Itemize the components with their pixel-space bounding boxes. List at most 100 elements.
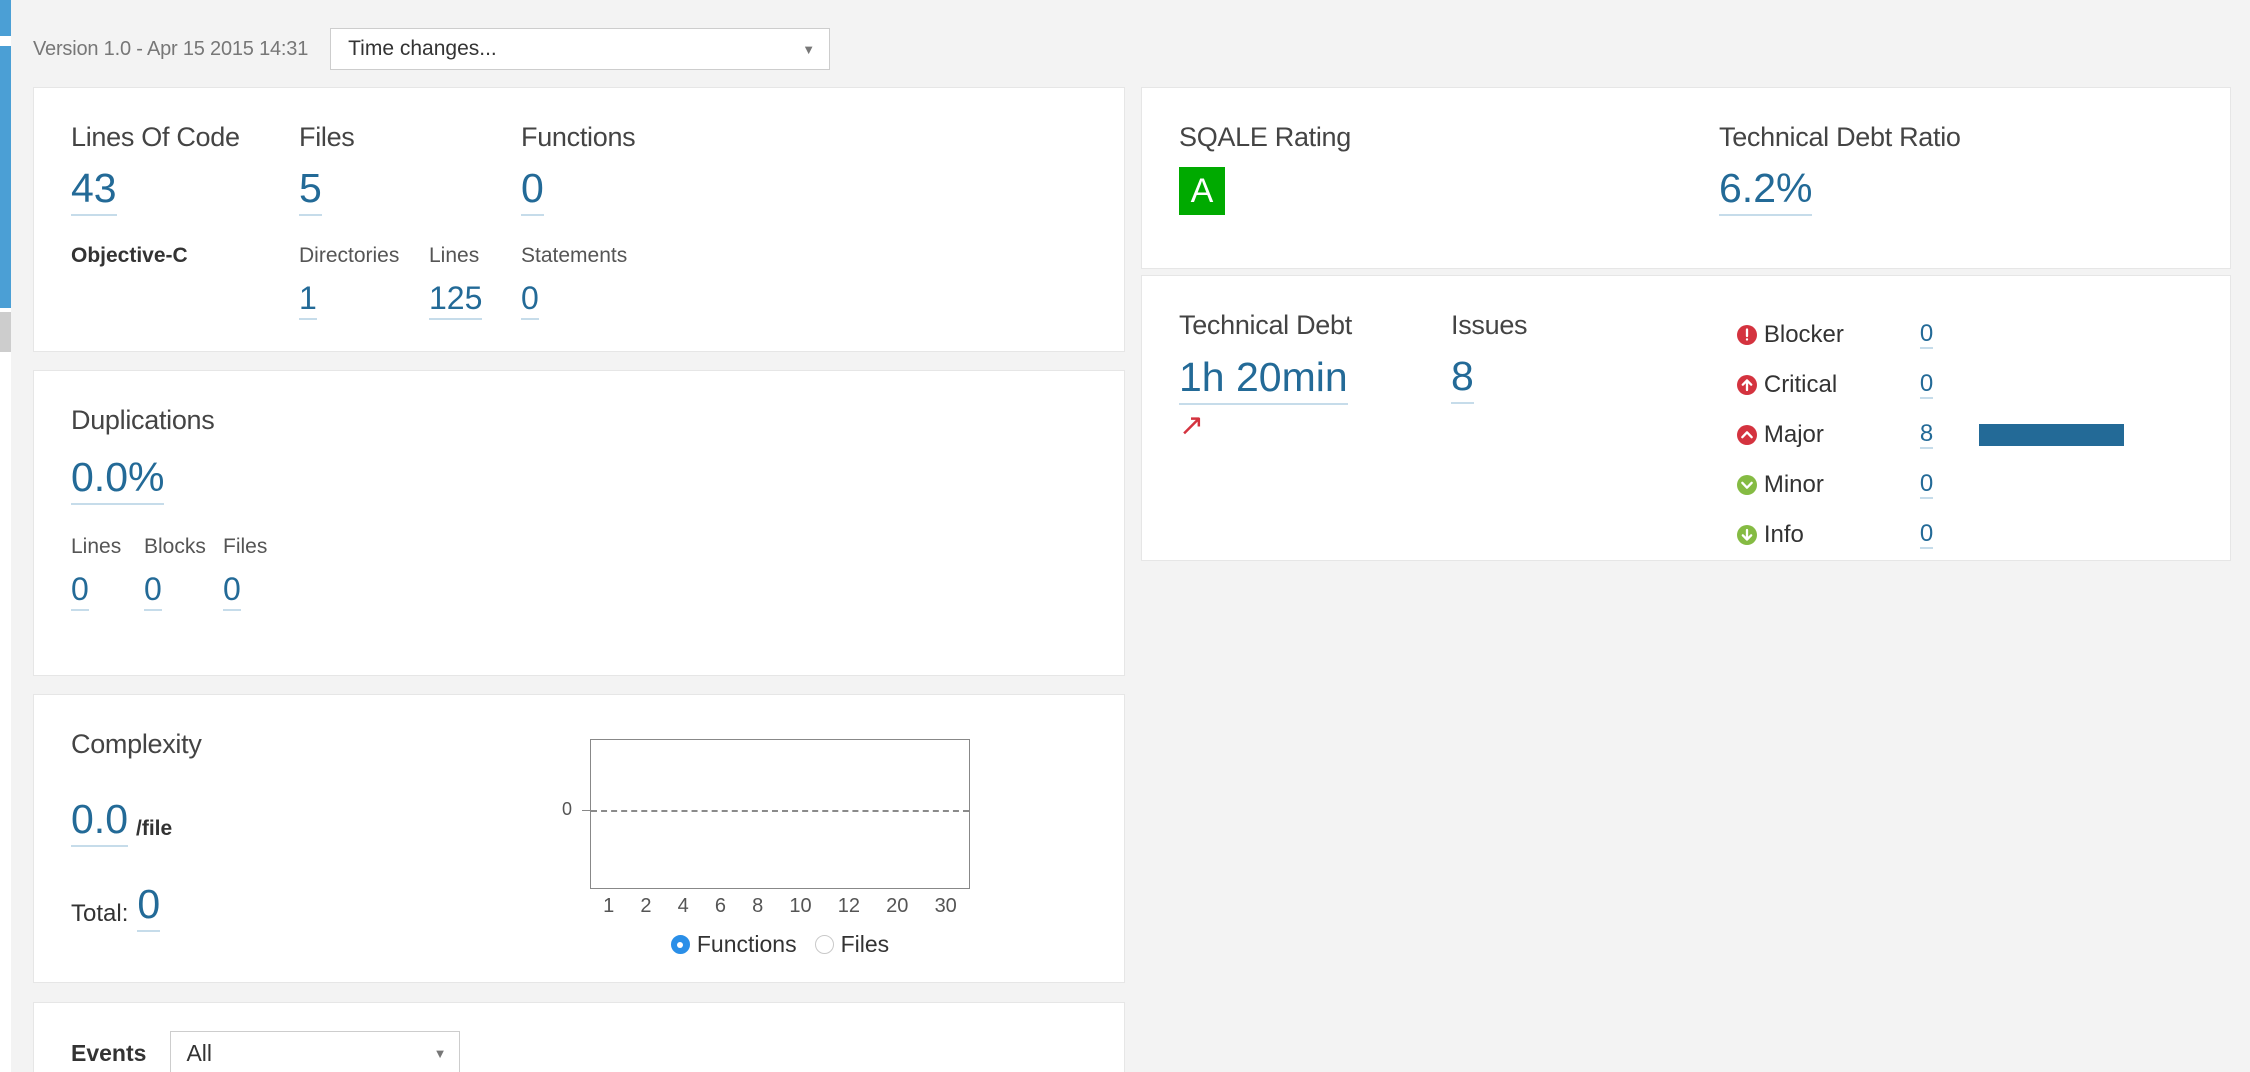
radio-functions-label: Functions (696, 931, 797, 957)
functions-value[interactable]: 0 (521, 165, 544, 217)
version-label: Version 1.0 - Apr 15 2015 14:31 (33, 37, 309, 60)
directories-metric: Directories 1 (299, 244, 429, 320)
severity-name: Minor (1763, 471, 1824, 498)
chart-x-tick-1: 2 (640, 895, 652, 917)
severity-name: Major (1763, 421, 1824, 448)
lines-label: Lines (429, 244, 480, 268)
time-changes-value: Time changes... (348, 37, 497, 60)
statements-value[interactable]: 0 (521, 280, 539, 320)
complexity-total-value[interactable]: 0 (137, 881, 161, 933)
severity-list: Blocker 0 Critical 0 Major 8 Minor 0 Info 0 (1736, 310, 2156, 560)
complexity-per-file-value[interactable]: 0.0 (71, 796, 128, 848)
events-filter-value: All (186, 1039, 212, 1066)
statements-metric: Statements 0 (521, 244, 721, 320)
chart-x-tick-2: 4 (677, 895, 689, 917)
chart-mode-radiogroup: Functions Files (590, 931, 970, 958)
radio-functions-indicator[interactable] (670, 935, 690, 954)
severity-minor-icon (1736, 474, 1764, 496)
chart-x-tick-4: 8 (752, 895, 764, 917)
language-block: Objective-C (71, 244, 299, 320)
radio-files[interactable]: Files (814, 931, 890, 958)
duplicated-blocks-label: Blocks (144, 535, 206, 559)
size-primary-row: Lines Of Code 43 Files 5 Functions 0 (34, 122, 1124, 217)
technical-debt-ratio-value[interactable]: 6.2% (1719, 165, 1813, 217)
lines-of-code-label: Lines Of Code (71, 122, 240, 152)
files-value[interactable]: 5 (299, 165, 322, 217)
sqale-rating-badge[interactable]: A (1179, 167, 1225, 215)
severity-row: Major 8 (1736, 410, 2156, 460)
duplicated-lines-metric: Lines 0 (71, 535, 144, 611)
left-accent-middle (0, 46, 11, 308)
severity-bar (1979, 424, 2125, 446)
lines-of-code-metric: Lines Of Code 43 (71, 122, 299, 217)
files-metric: Files 5 (299, 122, 521, 217)
duplicated-files-label: Files (223, 535, 268, 559)
severity-major-icon (1736, 424, 1764, 446)
complexity-title: Complexity (71, 729, 202, 759)
severity-count[interactable]: 0 (1919, 370, 1934, 400)
duplicated-files-metric: Files 0 (223, 535, 313, 611)
chart-y-tick-mark (582, 810, 590, 811)
duplications-title: Duplications (71, 405, 215, 435)
duplicated-blocks-metric: Blocks 0 (144, 535, 223, 611)
left-accent-top (0, 0, 11, 36)
chart-plot-area (590, 739, 970, 889)
chart-x-tick-7: 20 (886, 895, 909, 917)
complexity-distribution-chart: 0 1 2 4 6 8 10 12 20 30 Functions Files (534, 739, 970, 957)
radio-files-indicator[interactable] (814, 935, 834, 954)
version-bar: Version 1.0 - Apr 15 2015 14:31 Time cha… (33, 28, 831, 70)
sqale-rating-label: SQALE Rating (1179, 122, 1351, 152)
severity-name: Info (1763, 521, 1804, 548)
technical-debt-value[interactable]: 1h 20min (1179, 354, 1348, 405)
events-filter-select[interactable]: All ▼ (170, 1031, 461, 1072)
issues-label: Issues (1451, 310, 1528, 340)
technical-debt-ratio-label: Technical Debt Ratio (1719, 122, 1961, 152)
severity-name: Critical (1763, 371, 1838, 398)
severity-count[interactable]: 8 (1919, 420, 1934, 450)
duplications-card: Duplications 0.0% Lines 0 Blocks 0 Files… (33, 370, 1125, 676)
technical-debt-label: Technical Debt (1179, 310, 1352, 340)
time-changes-select[interactable]: Time changes... ▼ (330, 28, 831, 70)
sqale-card: SQALE Rating A Technical Debt Ratio 6.2% (1141, 87, 2231, 269)
radio-files-label: Files (840, 931, 890, 957)
severity-row: Info 0 (1736, 510, 2156, 560)
duplicated-lines-value[interactable]: 0 (71, 571, 89, 611)
severity-row: Blocker 0 (1736, 310, 2156, 360)
directories-value[interactable]: 1 (299, 280, 317, 320)
events-card: Events All ▼ (33, 1002, 1125, 1072)
lines-of-code-value[interactable]: 43 (71, 165, 117, 217)
chevron-down-icon: ▼ (802, 41, 816, 57)
chart-x-tick-3: 6 (714, 895, 726, 917)
chart-zero-baseline (591, 810, 969, 812)
chart-x-tick-6: 12 (837, 895, 861, 917)
files-label: Files (299, 122, 355, 152)
chevron-down-icon: ▼ (433, 1045, 447, 1061)
severity-count[interactable]: 0 (1919, 520, 1934, 550)
severity-count[interactable]: 0 (1919, 320, 1934, 350)
duplicated-files-value[interactable]: 0 (223, 571, 241, 611)
duplications-secondary-row: Lines 0 Blocks 0 Files 0 (34, 535, 1124, 611)
severity-count[interactable]: 0 (1919, 470, 1934, 500)
statements-label: Statements (521, 244, 628, 268)
severity-bar-cell (1933, 310, 2156, 360)
severity-row: Minor 0 (1736, 460, 2156, 510)
duplicated-lines-label: Lines (71, 535, 122, 559)
chart-x-tick-5: 10 (789, 895, 812, 917)
events-label: Events (71, 1039, 147, 1066)
duplicated-blocks-value[interactable]: 0 (144, 571, 162, 611)
issues-count-metric: Issues 8 (1451, 310, 1736, 560)
complexity-per-file-unit: /file (136, 817, 173, 841)
technical-debt-ratio-metric: Technical Debt Ratio 6.2% (1719, 122, 2119, 217)
functions-metric: Functions 0 (521, 122, 721, 217)
lines-value[interactable]: 125 (429, 280, 483, 320)
issues-value[interactable]: 8 (1451, 353, 1474, 405)
severity-row: Critical 0 (1736, 360, 2156, 410)
size-secondary-row: Objective-C Directories 1 Lines 125 Stat… (34, 244, 1124, 320)
sqale-rating-metric: SQALE Rating A (1179, 122, 1719, 216)
left-accent-grey (0, 312, 11, 352)
radio-functions[interactable]: Functions (670, 931, 797, 958)
duplications-percent-value[interactable]: 0.0% (71, 454, 165, 506)
severity-bar-cell (1933, 460, 2156, 510)
functions-label: Functions (521, 122, 636, 152)
chart-y-tick-label: 0 (562, 799, 573, 819)
